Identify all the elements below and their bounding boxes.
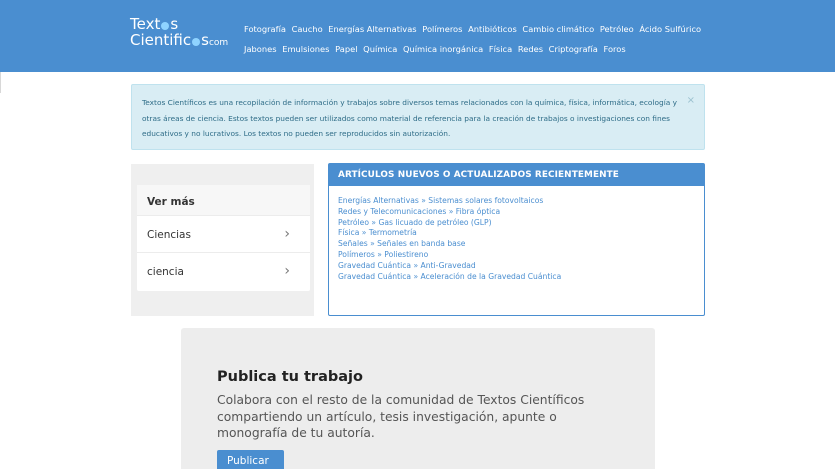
nav-link[interactable]: Petróleo	[600, 24, 634, 34]
nav-link[interactable]: Emulsiones	[282, 44, 329, 54]
publish-promo: Publica tu trabajo Colabora con el resto…	[181, 328, 655, 469]
publish-button[interactable]: Publicar	[217, 450, 284, 469]
article-link[interactable]: Energías Alternativas » Sistemas solares…	[338, 196, 543, 205]
nav-link[interactable]: Química inorgánica	[403, 44, 483, 54]
nav-link[interactable]: Cambio climático	[522, 24, 594, 34]
list-item: Petróleo » Gas licuado de petróleo (GLP)	[338, 218, 704, 229]
close-icon[interactable]: ×	[687, 93, 695, 109]
nav-link[interactable]: Química	[363, 44, 397, 54]
site-logo[interactable]: Text s Cientific scom	[130, 16, 228, 51]
article-link[interactable]: Física » Termometría	[338, 228, 417, 237]
list-item: Polímeros » Poliestireno	[338, 250, 704, 261]
site-header: Text s Cientific scom Fotografía Caucho En…	[0, 0, 835, 72]
see-more-item-ciencias[interactable]: Ciencias ›	[137, 215, 310, 252]
list-item: Física » Termometría	[338, 228, 704, 239]
nav-link[interactable]: Criptografía	[549, 44, 598, 54]
nav-link[interactable]: Ácido Sulfúrico	[639, 24, 701, 34]
chevron-right-icon: ›	[284, 226, 290, 242]
see-more-card: Ver más Ciencias › ciencia ›	[137, 185, 310, 291]
nav-link[interactable]: Polímeros	[422, 24, 462, 34]
list-item: Señales » Señales en banda base	[338, 239, 704, 250]
nav-link[interactable]: Antibióticos	[468, 24, 517, 34]
publish-description: Colabora con el resto de la comunidad de…	[217, 393, 585, 440]
page-edge-divider	[0, 72, 1, 93]
nav-link[interactable]: Jabones	[244, 44, 277, 54]
see-more-item-ciencia[interactable]: ciencia ›	[137, 252, 310, 289]
article-link[interactable]: Polímeros » Poliestireno	[338, 250, 428, 259]
article-link[interactable]: Señales » Señales en banda base	[338, 239, 465, 248]
see-more-item-label: Ciencias	[147, 229, 191, 241]
nav-link[interactable]: Caucho	[292, 24, 323, 34]
nav-link[interactable]: Foros	[604, 44, 626, 54]
alert-text: Textos Científicos es una recopilación d…	[142, 98, 678, 138]
new-articles-list: Energías Alternativas » Sistemas solares…	[329, 186, 704, 282]
logo-dot-icon	[161, 22, 170, 30]
list-item: Redes y Telecomunicaciones » Fibra óptic…	[338, 207, 704, 218]
see-more-panel: Ver más Ciencias › ciencia ›	[131, 164, 314, 316]
article-link[interactable]: Petróleo » Gas licuado de petróleo (GLP)	[338, 218, 492, 227]
logo-text-part: Cientific	[130, 31, 192, 49]
nav-link[interactable]: Papel	[335, 44, 357, 54]
logo-suffix: com	[208, 38, 229, 48]
article-link[interactable]: Gravedad Cuántica » Anti-Gravedad	[338, 261, 476, 270]
list-item: Gravedad Cuántica » Aceleración de la Gr…	[338, 272, 704, 283]
nav-link[interactable]: Fotografía	[244, 24, 286, 34]
list-item: Gravedad Cuántica » Anti-Gravedad	[338, 261, 704, 272]
article-link[interactable]: Gravedad Cuántica » Aceleración de la Gr…	[338, 272, 561, 281]
nav-link[interactable]: Energías Alternativas	[328, 24, 416, 34]
info-alert: Textos Científicos es una recopilación d…	[131, 84, 705, 150]
article-link[interactable]: Redes y Telecomunicaciones » Fibra óptic…	[338, 207, 500, 216]
logo-dot-icon	[192, 38, 201, 46]
chevron-right-icon: ›	[284, 263, 290, 279]
main-nav: Fotografía Caucho Energías Alternativas …	[244, 19, 724, 59]
see-more-item-label: ciencia	[147, 266, 184, 278]
nav-link[interactable]: Física	[489, 44, 512, 54]
new-articles-heading: ARTÍCULOS NUEVOS O ACTUALIZADOS RECIENTE…	[329, 164, 704, 186]
logo-text-part: s	[201, 31, 209, 49]
new-articles-box: ARTÍCULOS NUEVOS O ACTUALIZADOS RECIENTE…	[328, 163, 705, 316]
list-item: Energías Alternativas » Sistemas solares…	[338, 196, 704, 207]
publish-title: Publica tu trabajo	[217, 369, 363, 385]
see-more-title: Ver más	[137, 185, 310, 215]
nav-link[interactable]: Redes	[518, 44, 543, 54]
